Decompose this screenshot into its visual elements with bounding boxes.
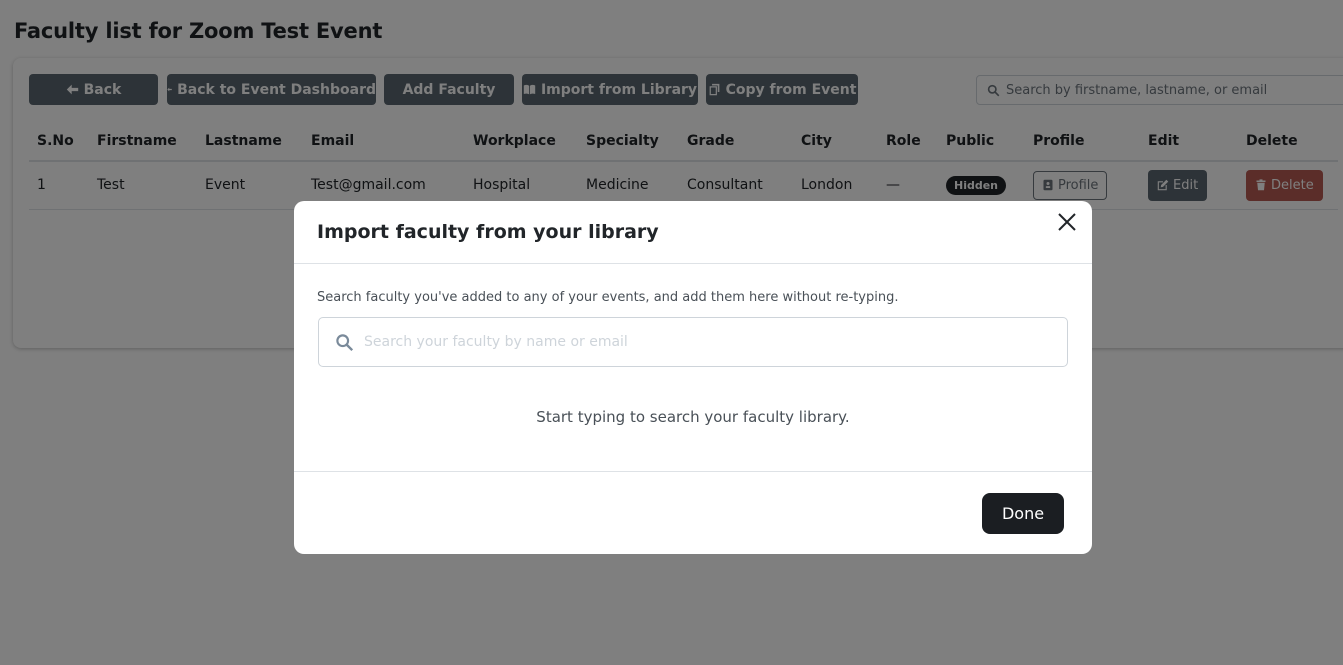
empty-state-message: Start typing to search your faculty libr… (536, 408, 850, 426)
done-button[interactable]: Done (982, 493, 1064, 534)
library-search-input[interactable] (364, 334, 1067, 350)
import-faculty-modal: Import faculty from your library Search … (294, 201, 1092, 554)
modal-footer: Done (294, 471, 1092, 554)
close-icon (1058, 213, 1076, 231)
close-button[interactable] (1056, 211, 1078, 233)
modal-description: Search faculty you've added to any of yo… (317, 290, 899, 305)
search-icon (336, 333, 354, 351)
modal-title: Import faculty from your library (317, 221, 659, 243)
modal-header: Import faculty from your library (294, 201, 1092, 264)
library-search-field[interactable] (318, 317, 1068, 367)
